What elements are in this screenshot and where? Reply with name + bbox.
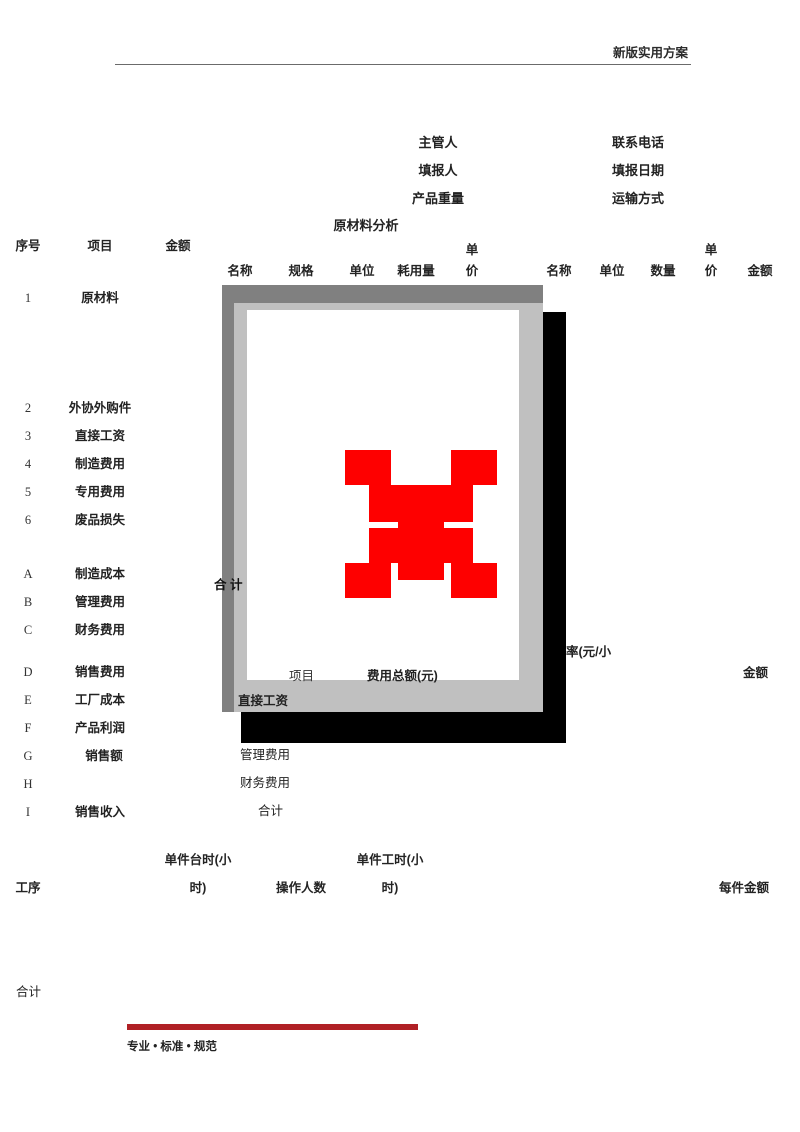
column-header-material-unit: 单位 [349,264,375,278]
table-row-no: I [25,805,31,819]
meta-label-product-weight: 产品重量 [411,191,465,206]
table-row-no: D [23,665,33,679]
table-row-label: 制造费用 [74,457,126,471]
column-header-material-spec: 规格 [288,264,314,278]
column-header-labor-hours-line1: 单件工时(小 [356,853,424,867]
column-header-labor-hours-line2: 时) [381,881,399,895]
expense-row-admin: 管理费用 [240,748,291,762]
column-header-purchase-unit-price-line2: 价 [704,264,718,278]
meta-label-contact-phone: 联系电话 [611,135,665,150]
table-row-label: 销售费用 [74,665,126,679]
column-header-purchase-name: 名称 [546,264,572,278]
column-header-process: 工序 [15,881,41,895]
table-row-label: 直接工资 [74,429,126,443]
table-row-no: C [23,623,33,637]
expense-row-total: 合计 [258,804,284,818]
broken-image-placeholder[interactable]: 项目 费用总额(元) 直接工资 [222,285,566,743]
expense-row-finance: 财务费用 [240,776,291,790]
table-row-label: 工厂成本 [74,693,126,707]
table-row-label: 原材料 [81,291,119,305]
table-row-no: F [24,721,32,735]
table-row-no: H [23,777,33,791]
table-row-label: 管理费用 [74,595,126,609]
column-header-material-name: 名称 [227,264,253,278]
column-header-item: 项目 [87,239,113,253]
column-header-material-unit-price-line2: 价 [465,264,479,278]
footer-tagline: 专业 • 标准 • 规范 [127,1041,217,1053]
table-row-label: 销售额 [85,749,123,763]
column-header-amount-per-piece: 每件金额 [718,881,770,895]
table-row-label: 财务费用 [74,623,126,637]
table-row-no: 4 [24,457,32,471]
table-row-label: 产品利润 [74,721,126,735]
header-title: 新版实用方案 [612,46,688,60]
expense-amount-header: 金额 [743,666,769,680]
document-page: 新版实用方案 主管人 填报人 产品重量 联系电话 填报日期 运输方式 原材料分析… [0,0,800,1132]
expense-total-label: 合 计 [214,578,243,592]
table-row-label: 销售收入 [74,805,126,819]
column-header-material-unit-price-line1: 单 [465,243,479,257]
table-row-no: G [23,749,33,763]
meta-label-supervisor: 主管人 [418,135,458,150]
column-header-serial-no: 序号 [15,239,41,253]
table-row-no: 3 [24,429,32,443]
table-row-no: 5 [24,485,32,499]
meta-label-reporter: 填报人 [418,163,458,178]
table-row-label: 外协外购件 [68,401,132,415]
expense-row-direct-wage: 直接工资 [238,694,289,708]
meta-label-report-date: 填报日期 [611,163,665,178]
column-header-machine-hours-line1: 单件台时(小 [164,853,232,867]
table-row-no: 2 [24,401,32,415]
column-header-purchase-amount: 金额 [747,264,773,278]
meta-label-transport-mode: 运输方式 [611,191,665,206]
column-header-machine-hours-line2: 时) [189,881,207,895]
table-row-no: 6 [24,513,32,527]
footer-accent-bar [127,1024,418,1030]
column-header-purchase-quantity: 数量 [650,264,676,278]
table-row-no: E [24,693,32,707]
column-header-amount: 金额 [165,239,191,253]
broken-image-x-icon [345,450,497,598]
hourly-rate-header-fragment: 率(元/小 [566,645,612,659]
placeholder-canvas: 项目 费用总额(元) [247,310,519,683]
table-row-label: 专用费用 [74,485,126,499]
expense-column-header-total: 费用总额(元) [367,669,438,683]
table-row-label: 废品损失 [74,513,126,527]
section-title-material-analysis: 原材料分析 [333,218,399,233]
column-header-purchase-unit: 单位 [599,264,625,278]
column-header-operator-count: 操作人数 [275,881,327,895]
column-header-material-consumption: 耗用量 [397,264,435,278]
process-total-label: 合计 [16,985,42,999]
column-header-purchase-unit-price-line1: 单 [704,243,718,257]
table-row-label: 制造成本 [74,567,126,581]
header-divider-rule [115,64,691,65]
table-row-no: B [23,595,33,609]
expense-column-header-item: 项目 [289,669,315,683]
table-row-no: 1 [24,291,32,305]
table-row-no: A [23,567,33,581]
